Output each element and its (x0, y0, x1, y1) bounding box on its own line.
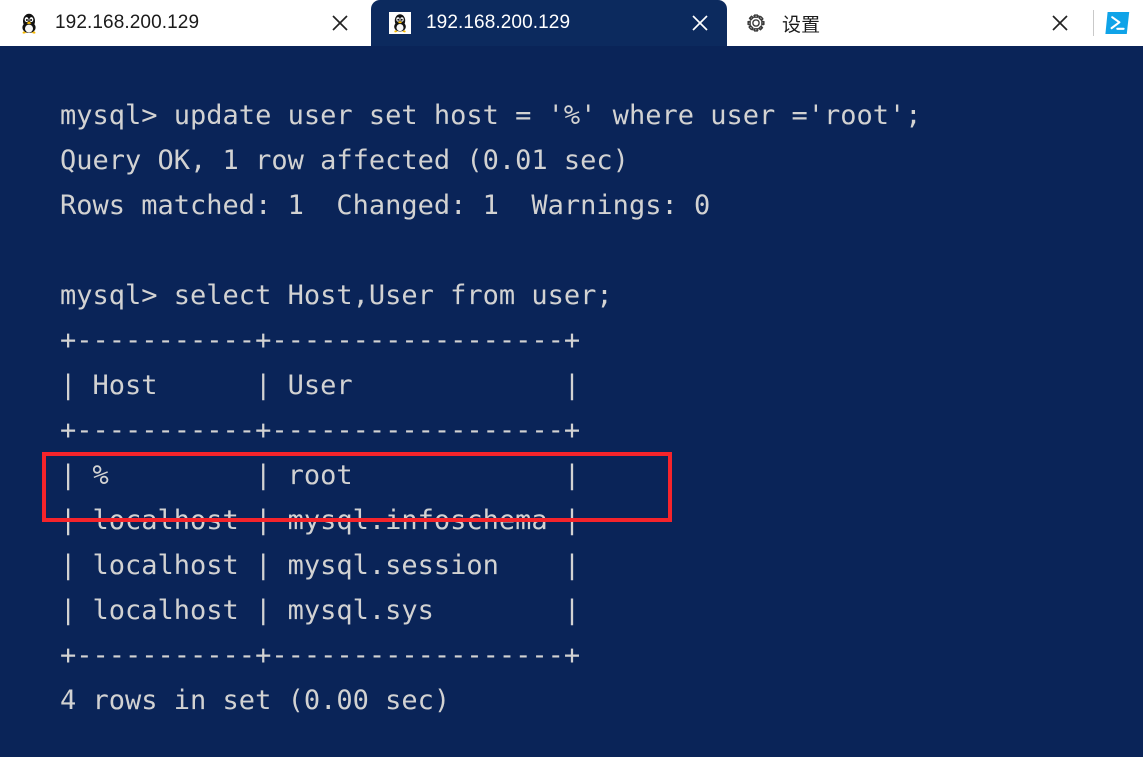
terminal-line: Rows matched: 1 Changed: 1 Warnings: 0 (60, 190, 711, 221)
tux-linux-icon (389, 12, 411, 34)
terminal-line: 4 rows in set (0.00 sec) (60, 685, 451, 716)
terminal-line: | localhost | mysql.session | (60, 550, 581, 581)
tabbar-divider (1093, 10, 1094, 36)
tab-settings[interactable]: 设置 (727, 0, 1083, 46)
powershell-icon[interactable] (1105, 11, 1130, 35)
terminal-line: mysql> select Host,User from user; (60, 280, 613, 311)
gear-icon (745, 12, 767, 34)
terminal-line: Query OK, 1 row affected (0.01 sec) (60, 145, 629, 176)
tab-ssh-2[interactable]: 192.168.200.129 (371, 0, 727, 46)
tab-title: 设置 (782, 14, 821, 36)
terminal-line: +-----------+------------------+ (60, 640, 581, 671)
tab-close-button-1[interactable] (327, 10, 353, 36)
tab-title: 192.168.200.129 (55, 12, 200, 33)
terminal-window: 192.168.200.129 192.168.200.129 设置 mysql… (0, 0, 1143, 757)
terminal-line: | Host | User | (60, 370, 581, 401)
tab-bar: 192.168.200.129 192.168.200.129 设置 (0, 0, 1143, 46)
terminal-line: +-----------+------------------+ (60, 415, 581, 446)
tab-title: 192.168.200.129 (426, 12, 571, 33)
tab-close-button-2[interactable] (687, 10, 713, 36)
terminal-line: | localhost | mysql.infoschema | (60, 505, 581, 536)
tux-linux-icon (18, 12, 40, 34)
terminal-line: +-----------+------------------+ (60, 325, 581, 356)
terminal-line: | localhost | mysql.sys | (60, 595, 581, 626)
tab-ssh-1[interactable]: 192.168.200.129 (0, 0, 371, 46)
terminal-line: mysql> update user set host = '%' where … (60, 100, 922, 131)
tab-close-button-3[interactable] (1047, 10, 1073, 36)
terminal-line-highlighted: | % | root | (60, 460, 581, 491)
terminal-output-pane[interactable]: mysql> update user set host = '%' where … (0, 46, 1143, 757)
